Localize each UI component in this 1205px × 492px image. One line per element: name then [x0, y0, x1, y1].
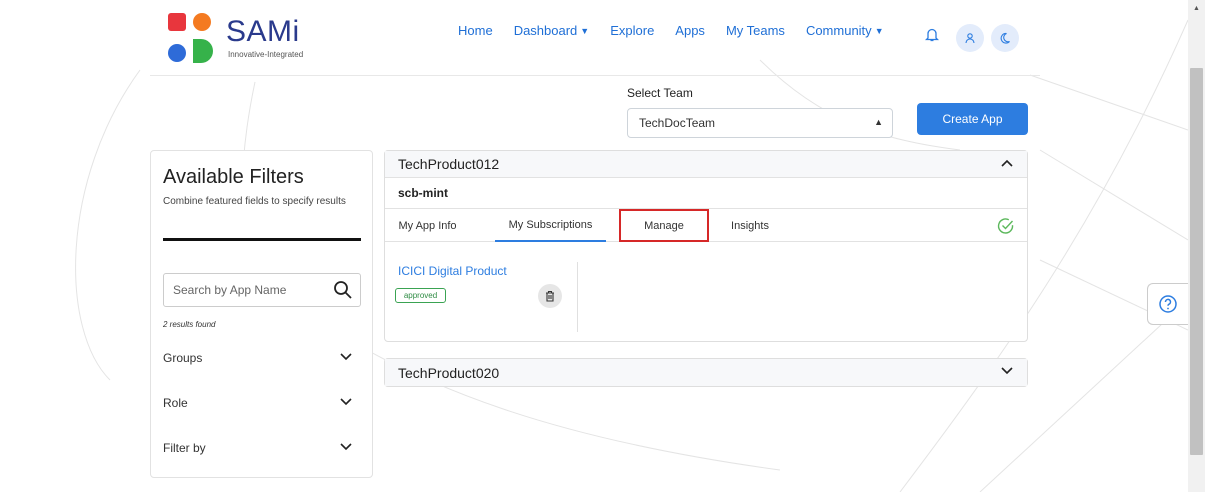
filters-panel: Available Filters Combine featured field… — [150, 150, 373, 478]
facet-role-label: Role — [163, 396, 188, 410]
facet-filter-by-label: Filter by — [163, 441, 206, 455]
theme-toggle-button[interactable] — [991, 24, 1019, 52]
chevron-up-icon[interactable] — [1001, 159, 1013, 167]
product-name: TechProduct020 — [398, 364, 500, 381]
tab-insights[interactable]: Insights — [715, 209, 785, 242]
subscription-name-link[interactable]: ICICI Digital Product — [398, 264, 507, 278]
nav-apps[interactable]: Apps — [675, 23, 705, 38]
status-badge: approved — [395, 288, 446, 303]
create-app-button[interactable]: Create App — [917, 103, 1028, 135]
filters-subtitle: Combine featured fields to specify resul… — [163, 196, 346, 207]
tab-manage[interactable]: Manage — [619, 209, 709, 242]
nav-my-teams-label: My Teams — [725, 23, 785, 38]
chevron-down-icon — [340, 398, 352, 406]
select-arrows-icon: ▲ — [874, 117, 883, 127]
team-select-value: TechDocTeam — [639, 116, 716, 130]
nav-community-label: Community — [805, 23, 872, 38]
help-icon — [1159, 295, 1177, 313]
product-accordion: TechProduct020 — [384, 358, 1028, 387]
chevron-down-icon: ▼ — [874, 25, 884, 36]
subscriptions-panel: ICICI Digital Product approved — [385, 242, 1027, 341]
app-name: scb-mint — [398, 186, 449, 200]
scroll-up-arrow-icon[interactable]: ▲ — [1188, 0, 1205, 17]
scrollbar-thumb[interactable] — [1190, 68, 1203, 455]
moon-icon — [1000, 32, 1010, 44]
brand-tagline: Innovative-Integrated — [228, 50, 304, 59]
check-circle-icon — [997, 218, 1014, 234]
header-divider — [150, 75, 1040, 76]
trash-icon — [546, 290, 554, 302]
app-tabs: My App Info My Subscriptions Manage Insi… — [385, 209, 1027, 242]
brand-name: SAMi — [226, 15, 300, 48]
bell-icon[interactable] — [922, 24, 942, 44]
product-header[interactable]: TechProduct012 — [385, 151, 1027, 178]
facet-filter-by[interactable]: Filter by — [163, 441, 361, 455]
chevron-down-icon[interactable] — [1001, 367, 1013, 375]
user-profile-button[interactable] — [956, 24, 984, 52]
tab-my-app-info[interactable]: My App Info — [385, 209, 470, 242]
results-count: 2 results found — [163, 320, 216, 329]
tab-label: My Subscriptions — [508, 218, 593, 231]
filters-title: Available Filters — [163, 166, 304, 188]
nav-dashboard[interactable]: Dashboard ▼ — [514, 23, 590, 38]
nav-my-teams[interactable]: My Teams — [726, 23, 785, 38]
nav-apps-label: Apps — [675, 23, 705, 38]
tab-label: Insights — [731, 219, 769, 232]
delete-subscription-button[interactable] — [538, 284, 562, 308]
chevron-down-icon — [340, 443, 352, 451]
facet-role[interactable]: Role — [163, 396, 361, 410]
tab-label: My App Info — [398, 219, 457, 232]
chevron-down-icon: ▼ — [580, 25, 590, 36]
nav-community[interactable]: Community ▼ — [806, 23, 884, 38]
chevron-down-icon — [340, 353, 352, 361]
facet-groups-label: Groups — [163, 351, 203, 365]
page: SAMi Innovative-Integrated Home Dashboar… — [0, 0, 1188, 492]
main-nav: Home Dashboard ▼ Explore Apps My Teams Co… — [458, 23, 905, 38]
nav-explore-label: Explore — [610, 23, 655, 38]
app-name-header: scb-mint — [385, 178, 1027, 209]
nav-dashboard-label: Dashboard — [513, 23, 578, 38]
team-select[interactable]: TechDocTeam ▲ — [627, 108, 893, 138]
tab-my-subscriptions[interactable]: My Subscriptions — [495, 209, 606, 242]
filters-divider — [163, 238, 361, 241]
nav-home[interactable]: Home — [458, 23, 493, 38]
product-header[interactable]: TechProduct020 — [385, 359, 1027, 386]
nav-explore[interactable]: Explore — [610, 23, 654, 38]
facet-groups[interactable]: Groups — [163, 351, 361, 365]
nav-home-label: Home — [458, 23, 493, 38]
tab-label: Manage — [644, 219, 684, 232]
search-placeholder: Search by App Name — [173, 283, 287, 297]
help-button[interactable] — [1147, 283, 1188, 325]
column-divider — [577, 262, 578, 332]
sami-logo[interactable]: SAMi Innovative-Integrated — [166, 13, 316, 65]
app-search-input[interactable]: Search by App Name — [163, 273, 361, 307]
logo-mark-icon — [168, 13, 213, 63]
search-icon[interactable] — [333, 280, 353, 300]
user-icon — [965, 33, 975, 44]
product-accordion: TechProduct012 scb-mint My App Info My S… — [384, 150, 1028, 342]
vertical-scrollbar[interactable]: ▲ — [1188, 0, 1205, 492]
product-name: TechProduct012 — [398, 156, 500, 172]
select-team-label: Select Team — [627, 86, 693, 100]
